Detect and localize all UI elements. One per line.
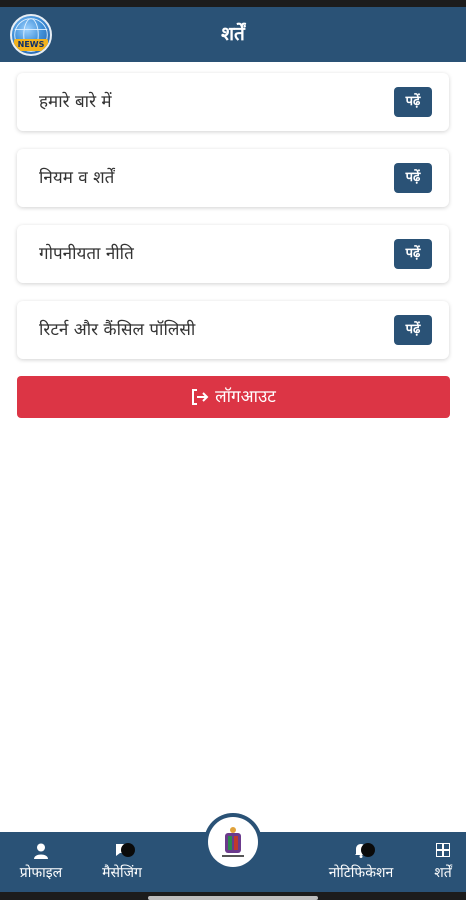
nav-label: प्रोफाइल: [19, 865, 63, 881]
home-indicator[interactable]: [148, 896, 318, 900]
status-bar: [0, 0, 466, 7]
list-item-terms: नियम व शर्तें पढ़ें: [17, 149, 449, 207]
unread-dot: [121, 843, 135, 857]
list-item-label: हमारे बारे में: [39, 92, 112, 112]
list-item-label: गोपनीयता नीति: [39, 244, 134, 264]
list-item-return-cancel: रिटर्न और कैंसिल पॉलिसी पढ़ें: [17, 301, 449, 359]
nav-notification[interactable]: नोटिफिकेशन: [310, 832, 412, 892]
read-button-return-cancel[interactable]: पढ़ें: [394, 315, 432, 345]
nav-profile[interactable]: प्रोफाइल: [8, 832, 74, 892]
unread-dot: [361, 843, 375, 857]
user-icon: [34, 843, 48, 859]
brand-emblem-icon: [208, 817, 258, 867]
nav-messaging[interactable]: मैसेजिंग: [89, 832, 155, 892]
nav-label: शर्तें: [434, 865, 452, 881]
nav-terms[interactable]: शर्तें: [424, 832, 462, 892]
list-item-label: रिटर्न और कैंसिल पॉलिसी: [39, 320, 196, 340]
read-button-about-us[interactable]: पढ़ें: [394, 87, 432, 117]
read-button-privacy[interactable]: पढ़ें: [394, 239, 432, 269]
list-item-about-us: हमारे बारे में पढ़ें: [17, 73, 449, 131]
app-header: NEWS शर्तें: [0, 7, 466, 62]
logout-label: लॉगआउट: [215, 387, 276, 407]
system-home-bar: [0, 892, 466, 900]
read-button-terms[interactable]: पढ़ें: [394, 163, 432, 193]
list-item-privacy: गोपनीयता नीति पढ़ें: [17, 225, 449, 283]
list-item-label: नियम व शर्तें: [39, 168, 115, 188]
page-title: शर्तें: [221, 23, 245, 45]
logout-button[interactable]: लॉगआउट: [17, 376, 450, 418]
nav-label: नोटिफिकेशन: [328, 865, 394, 881]
nav-label: मैसेजिंग: [102, 865, 142, 881]
grid-icon: [436, 843, 450, 857]
center-home-button[interactable]: [204, 813, 262, 871]
logout-icon: [192, 389, 209, 405]
